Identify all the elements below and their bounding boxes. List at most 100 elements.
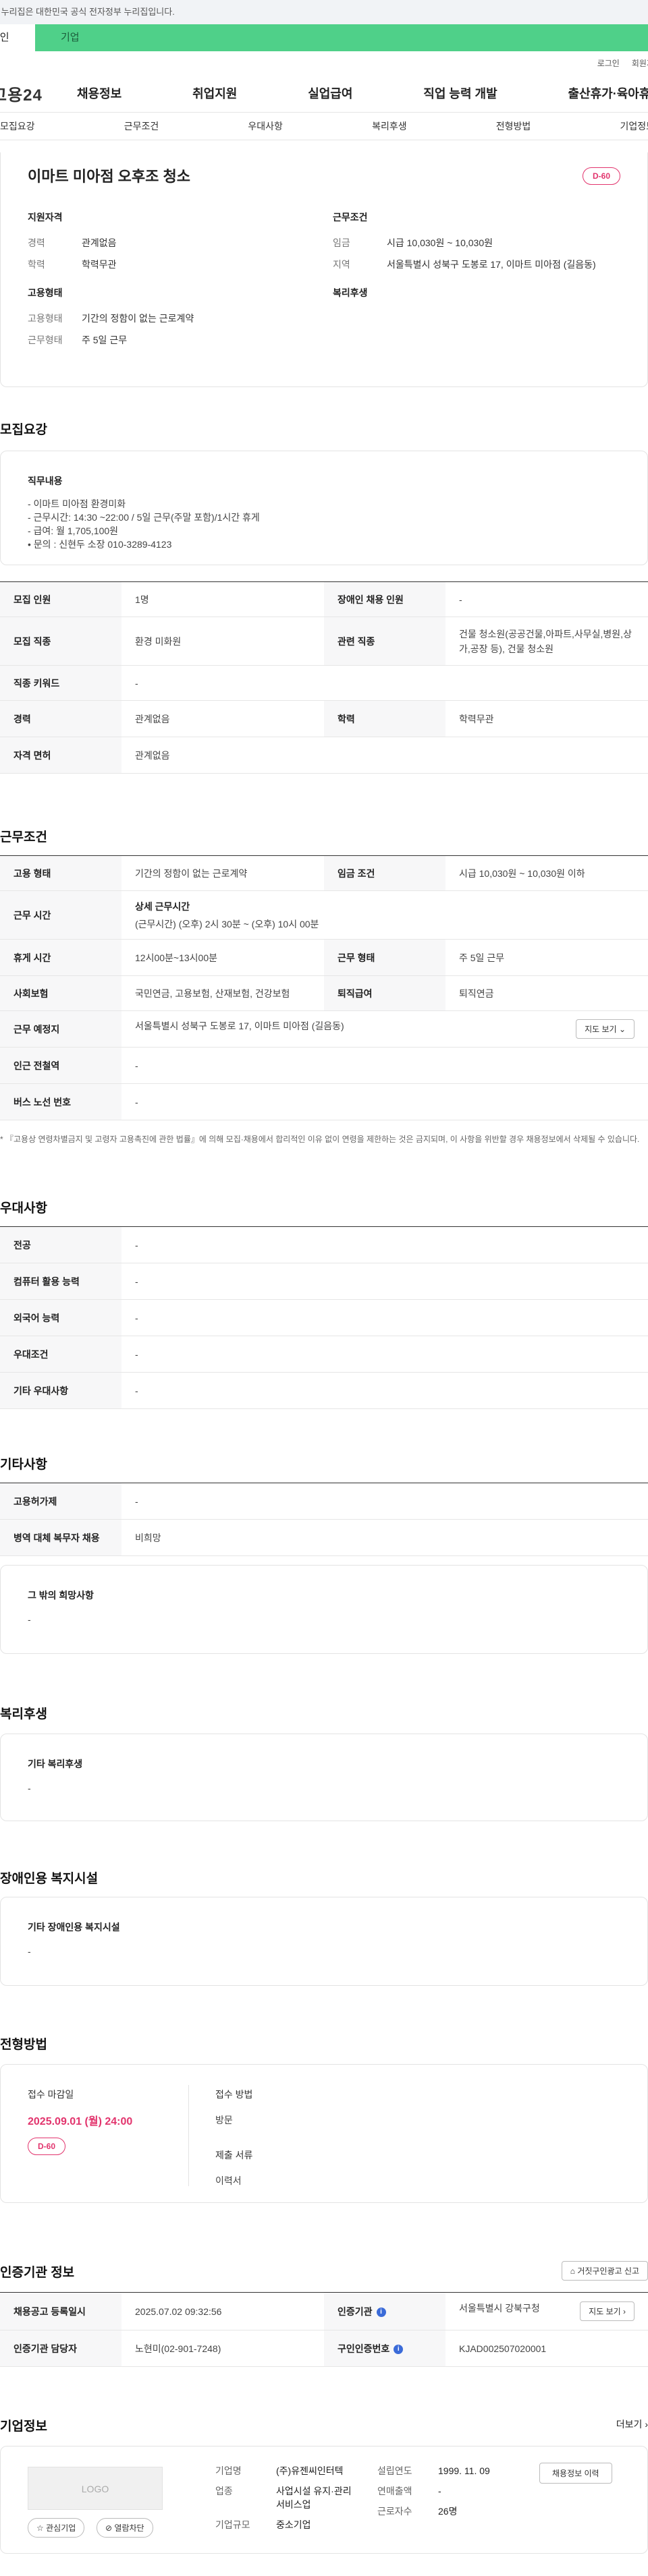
sales-label: 연매출액 (377, 2486, 412, 2496)
welfare-box-value: - (28, 1783, 31, 1794)
cell-value: 1명 (122, 581, 324, 617)
cell-value: - (122, 1336, 648, 1373)
section-tab[interactable]: 모집요강 (0, 119, 35, 133)
cell-head: 외국어 능력 (0, 1299, 122, 1336)
gnb-item[interactable]: 채용정보 (77, 84, 122, 102)
cell-head: 근무 형태 (324, 939, 446, 976)
cell-value: 학력무관 (446, 700, 648, 737)
career-label: 경력 (28, 237, 45, 248)
cell-value: - (122, 1483, 648, 1520)
site-logo[interactable]: 고용24 (0, 82, 53, 105)
table-row: 모집 인원 1명 장애인 채용 인원 - (0, 581, 648, 617)
star-icon: ☆ (36, 2523, 44, 2533)
report-button-label: 거짓구인광고 신고 (577, 2266, 639, 2276)
kv-est: 설립연도 1999. 11. 09 (377, 2464, 512, 2478)
company-logo: LOGO (28, 2467, 163, 2510)
cert-table: 채용공고 등록일시 2025.07.02 09:32:56 인증기관 i 서울특별… (0, 2292, 648, 2367)
duty-box: 직무내용 - 이마트 미아점 환경미화 - 근무시간: 14:30 ~22:00 … (0, 451, 648, 565)
company-box: LOGO ☆ 관심기업 ⊘ 열람차단 기업명 (주)유젠씨인터텍 업종 사업시설 유… (0, 2446, 648, 2554)
welfare-box: 기타 복리후생 - (0, 1734, 648, 1821)
disabled-heading: 장애인용 복지시설 (0, 1872, 99, 1886)
table-row: 근무 예정지 서울특별시 성북구 도봉로 17, 이마트 미아점 (길음동) 지… (0, 1010, 648, 1048)
qualification-section: 지원자격 경력 관계없음 학력 학력무관 고용형태 고용형태 기간의 정함이 없는 근… (28, 210, 311, 355)
table-row: 근무 시간 상세 근무시간 (근무시간) (오후) 2시 30분 ~ (오후) … (0, 890, 648, 940)
table-row: 직종 키워드 - (0, 665, 648, 701)
recruit-table: 모집 인원 1명 장애인 채용 인원 - 모집 직종 환경 미화원 관련 직종 … (0, 581, 648, 774)
gnb-item[interactable]: 직업 능력 개발 (423, 84, 497, 102)
chevron-right-icon: › (623, 2307, 626, 2316)
est-value: 1999. 11. 09 (438, 2465, 490, 2476)
cell-value: - (122, 1083, 648, 1120)
cell-head: 우대조건 (0, 1336, 122, 1373)
chevron-down-icon: ⌄ (618, 1025, 626, 1034)
qualification-heading: 지원자격 (28, 212, 63, 223)
gnb-item[interactable]: 출산휴가·육아휴직 (568, 84, 648, 102)
cell-value: - (446, 581, 648, 617)
org-value: 서울특별시 강북구청 (459, 2303, 540, 2314)
other-wish-heading: 그 밖의 희망사항 (28, 1590, 94, 1601)
cell-head: 인증기관 i (324, 2292, 446, 2330)
cell-value: 기간의 정함이 없는 근로계약 (122, 855, 324, 891)
kv-sales: 연매출액 - (377, 2484, 512, 2498)
cell-head: 컴퓨터 활용 능력 (0, 1263, 122, 1300)
favorite-company-button[interactable]: ☆ 관심기업 (28, 2518, 85, 2538)
etc-heading: 기타사항 (0, 1458, 47, 1472)
company-info-right: 설립연도 1999. 11. 09 연매출액 - 근로자수 26명 (377, 2464, 512, 2518)
place-value: 서울특별시 성북구 도봉로 17, 이마트 미아점 (길음동) (135, 1021, 344, 1031)
pref-table: 전공 - 컴퓨터 활용 능력 - 외국어 능력 - 우대조건 - 기타 우대사항 - (0, 1226, 648, 1409)
cell-head: 기타 우대사항 (0, 1372, 122, 1409)
map-button[interactable]: 지도 보기 ⌄ (576, 1019, 634, 1039)
util-menu: 로그인 회원가입 (0, 51, 648, 74)
cell-head: 모집 직종 (0, 617, 122, 666)
tab-company[interactable]: 기업 (35, 24, 648, 51)
other-wish-value: - (28, 1614, 31, 1625)
table-row: 고용 형태 기간의 정함이 없는 근로계약 임금 조건 시급 10,030원 ~… (0, 855, 648, 891)
cell-value: 퇴직연금 (446, 975, 648, 1011)
login-link[interactable]: 로그인 (597, 57, 620, 69)
condition-heading: 근무조건 (333, 212, 368, 223)
section-tab[interactable]: 전형방법 (496, 119, 531, 133)
docs-heading: 제출 서류 (215, 2150, 253, 2160)
section-tab[interactable]: 기업정보 (620, 119, 648, 133)
info-icon[interactable]: i (394, 2344, 404, 2354)
cell-head: 근무 시간 (0, 890, 122, 940)
process-box: 접수 마감일 2025.09.01 (월) 24:00 D-60 접수 방법 방… (0, 2064, 648, 2203)
section-tab[interactable]: 근무조건 (124, 119, 159, 133)
work-table: 고용 형태 기간의 정함이 없는 근로계약 임금 조건 시급 10,030원 ~… (0, 855, 648, 1120)
section-tab[interactable]: 복리후생 (372, 119, 407, 133)
table-row: 고용허가제 - (0, 1483, 648, 1520)
cell-value: 건물 청소원(공공건물,아파트,사무실,병원,상가,공장 등), 건물 청소원 (446, 617, 648, 666)
cell-value: 서울특별시 강북구청 지도 보기 › (446, 2292, 648, 2330)
cell-head: 자격 면허 (0, 737, 122, 774)
emp-type-label: 고용형태 (28, 313, 63, 324)
table-row: 휴게 시간 12시00분~13시00분 근무 형태 주 5일 근무 (0, 939, 648, 976)
map-button-label: 지도 보기 (585, 1025, 617, 1034)
kv-career: 경력 관계없음 (28, 236, 311, 250)
cell-value: 주 5일 근무 (446, 939, 648, 976)
cell-value: - (122, 1372, 648, 1409)
cell-value: - (122, 1226, 648, 1263)
kv-employees: 근로자수 26명 (377, 2505, 512, 2518)
cell-value: 관계없음 (122, 737, 648, 774)
section-tab[interactable]: 우대사항 (248, 119, 283, 133)
duty-line: - 급여: 월 1,705,100원 (28, 525, 119, 536)
gnb-item[interactable]: 실업급여 (308, 84, 352, 102)
history-button[interactable]: 채용정보 이력 (539, 2463, 612, 2484)
tab-person[interactable]: 개인 (0, 24, 35, 51)
cell-value: 2025.07.02 09:32:56 (122, 2292, 324, 2330)
emp-type-value: 기간의 정함이 없는 근로계약 (82, 313, 194, 324)
signup-link[interactable]: 회원가입 (632, 57, 648, 69)
info-icon[interactable]: i (376, 2307, 386, 2317)
report-button[interactable]: ⌂ 거짓구인광고 신고 (561, 2261, 648, 2281)
hours-detail-heading: 상세 근무시간 (135, 900, 190, 912)
org-map-label: 지도 보기 (589, 2307, 621, 2316)
table-row: 채용공고 등록일시 2025.07.02 09:32:56 인증기관 i 서울특별… (0, 2292, 648, 2330)
company-more-link[interactable]: 더보기 › (616, 2417, 648, 2431)
cell-value: - (122, 1047, 648, 1084)
org-map-button[interactable]: 지도 보기 › (580, 2301, 634, 2321)
kv-education: 학력 학력무관 (28, 258, 311, 271)
block-view-button[interactable]: ⊘ 열람차단 (97, 2518, 153, 2538)
gnb-item[interactable]: 취업지원 (192, 84, 237, 102)
cell-value: 환경 미화원 (122, 617, 324, 666)
work-form-label: 근무형태 (28, 335, 63, 345)
